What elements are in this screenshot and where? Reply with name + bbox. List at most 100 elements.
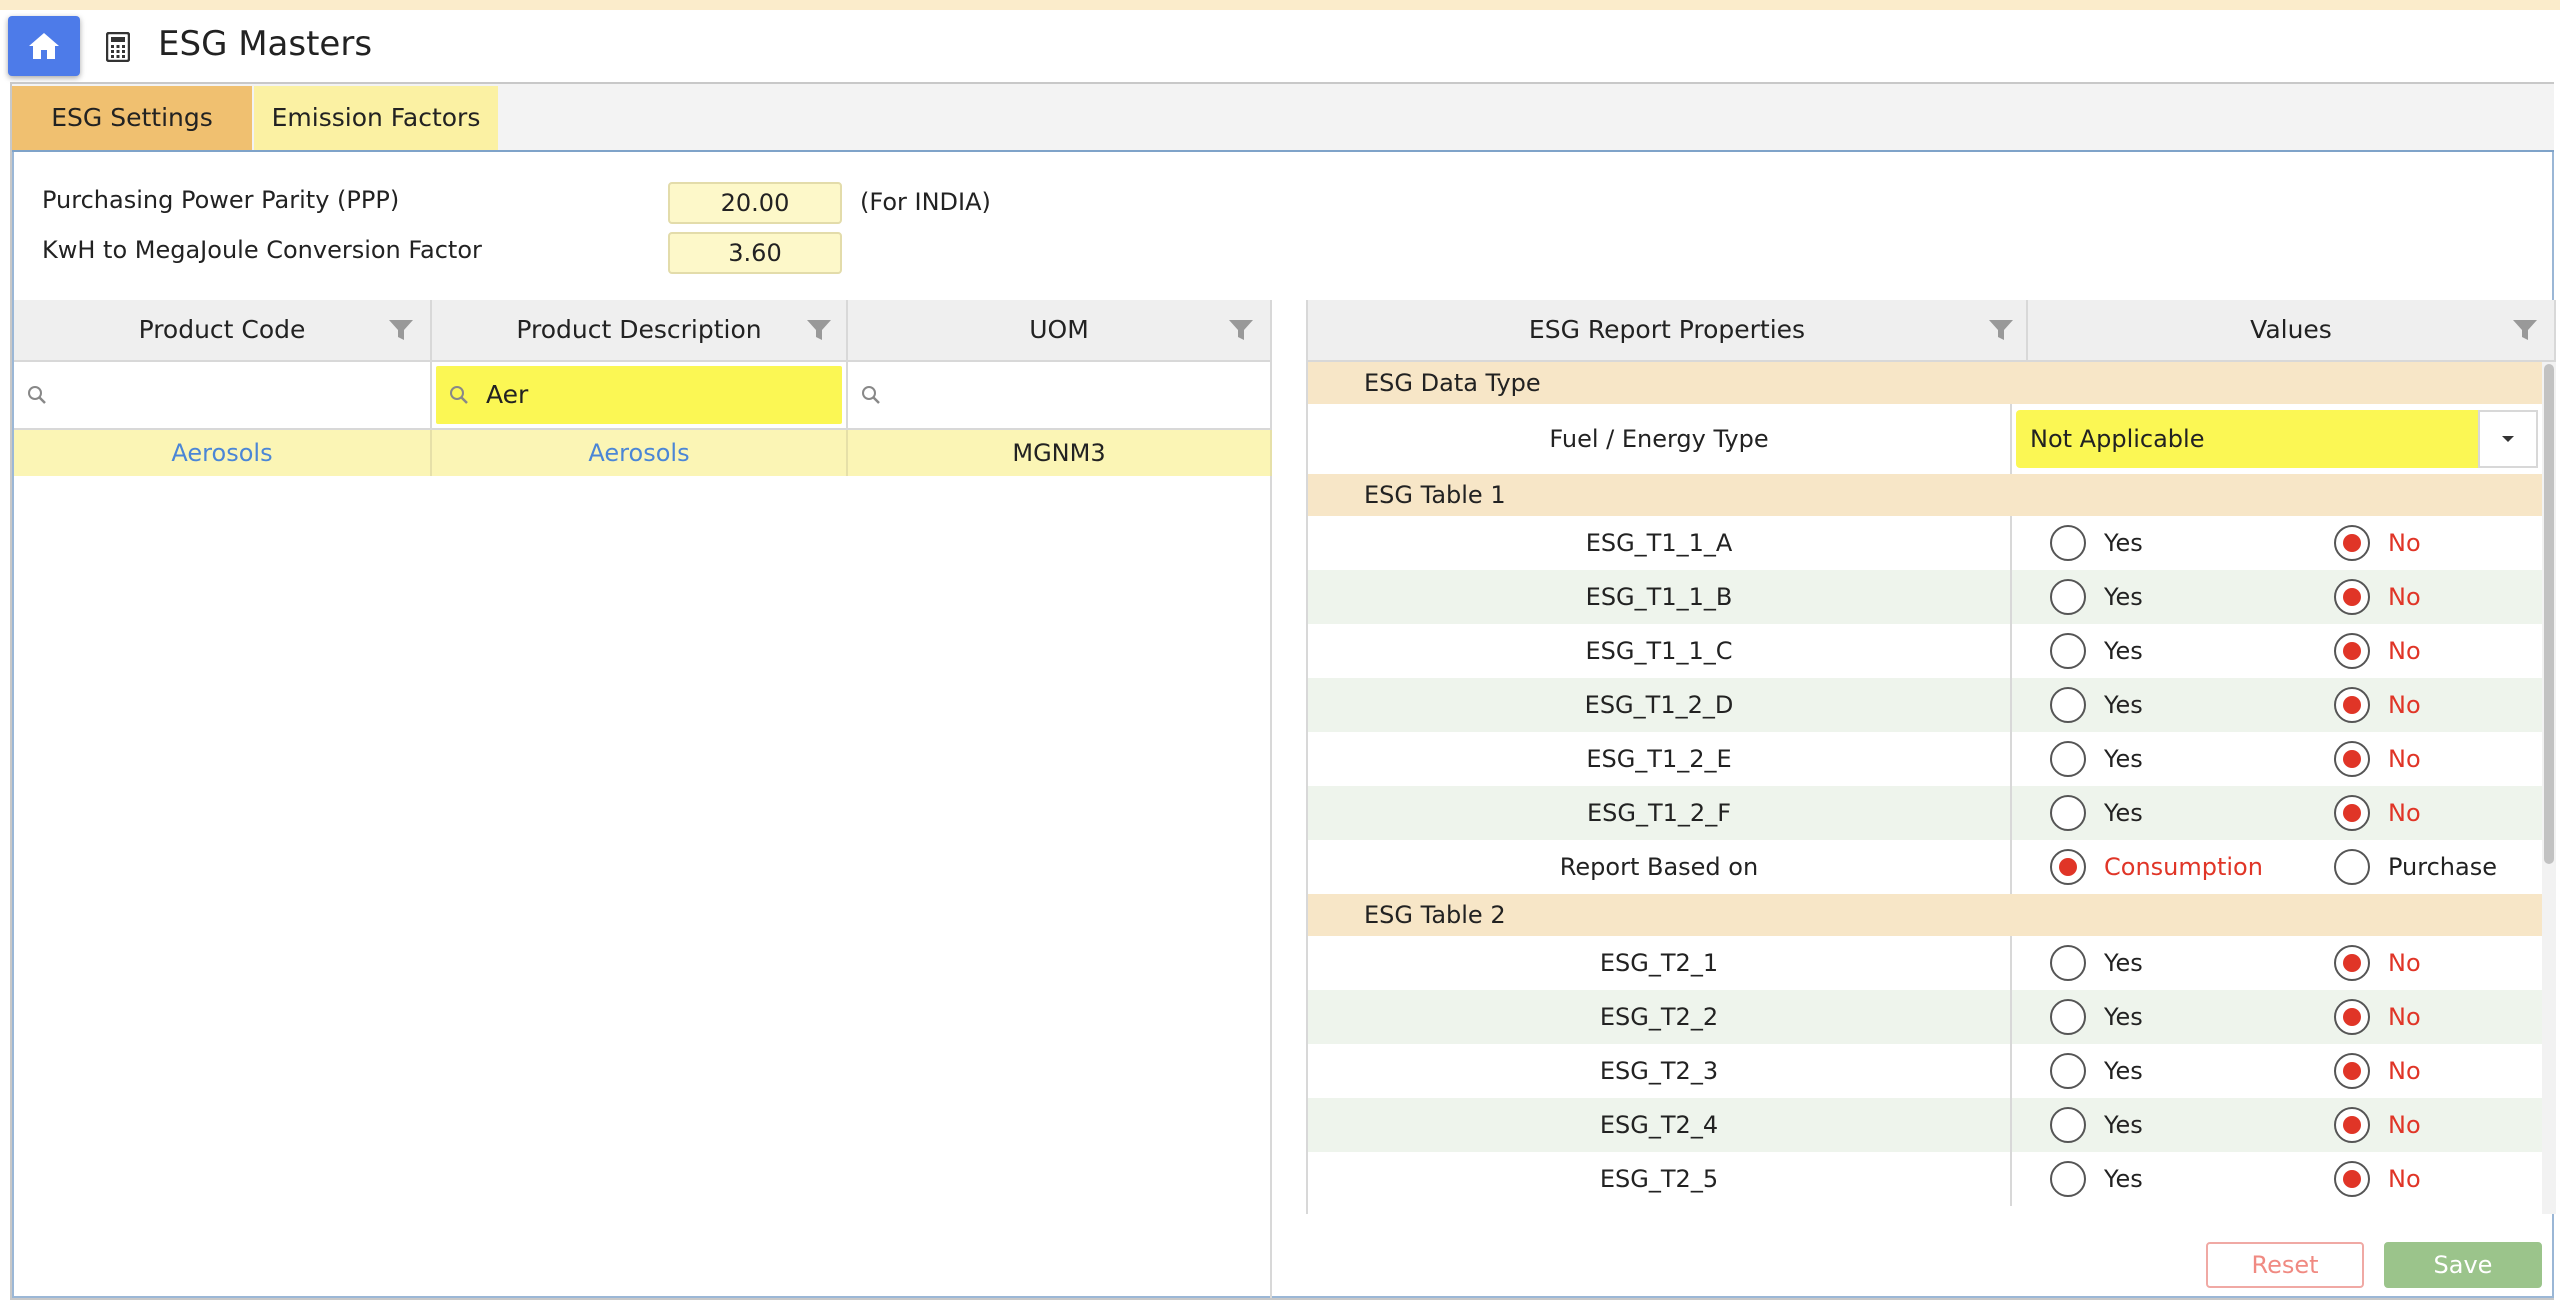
yes-radio[interactable] <box>2050 1053 2086 1089</box>
no-label[interactable]: No <box>2388 936 2421 990</box>
scrollbar-thumb[interactable] <box>2544 364 2554 864</box>
no-radio[interactable] <box>2334 525 2370 561</box>
property-row-fuel: Fuel / Energy Type Not Applicable <box>1308 404 2542 474</box>
property-name: Fuel / Energy Type <box>1308 404 2012 474</box>
property-name: Report Based on <box>1308 840 2012 894</box>
no-radio[interactable] <box>2334 1107 2370 1143</box>
yes-radio[interactable] <box>2050 741 2086 777</box>
filter-icon[interactable] <box>1988 318 2014 342</box>
yes-label[interactable]: Yes <box>2104 624 2143 678</box>
no-radio[interactable] <box>2334 579 2370 615</box>
table-cell-product-code[interactable]: Aerosols <box>14 430 432 476</box>
no-radio[interactable] <box>2334 945 2370 981</box>
property-name: ESG_T2_2 <box>1308 990 2012 1044</box>
column-header-product-code[interactable]: Product Code <box>14 300 432 362</box>
fuel-type-dropdown-button[interactable] <box>2478 410 2538 468</box>
column-header-label: UOM <box>1029 315 1089 344</box>
property-row: ESG_T2_1 Yes No <box>1308 936 2542 990</box>
kwh-label: KwH to MegaJoule Conversion Factor <box>42 236 482 264</box>
no-radio[interactable] <box>2334 633 2370 669</box>
no-label[interactable]: No <box>2388 1044 2421 1098</box>
no-label[interactable]: No <box>2388 1098 2421 1152</box>
consumption-radio[interactable] <box>2050 849 2086 885</box>
no-label[interactable]: No <box>2388 678 2421 732</box>
no-radio[interactable] <box>2334 999 2370 1035</box>
column-header-label: ESG Report Properties <box>1528 315 1806 344</box>
yes-label[interactable]: Yes <box>2104 570 2143 624</box>
yes-label[interactable]: Yes <box>2104 516 2143 570</box>
no-radio[interactable] <box>2334 741 2370 777</box>
yes-radio[interactable] <box>2050 945 2086 981</box>
purchase-label[interactable]: Purchase <box>2388 840 2497 894</box>
property-name: ESG_T1_2_D <box>1308 678 2012 732</box>
yes-label[interactable]: Yes <box>2104 732 2143 786</box>
column-header-esg-report-properties[interactable]: ESG Report Properties <box>1306 300 2028 362</box>
yes-radio[interactable] <box>2050 999 2086 1035</box>
table-cell-uom[interactable]: MGNM3 <box>848 430 1272 476</box>
no-radio[interactable] <box>2334 795 2370 831</box>
yes-radio[interactable] <box>2050 633 2086 669</box>
no-label[interactable]: No <box>2388 624 2421 678</box>
filter-icon[interactable] <box>1228 318 1254 342</box>
table-cell-product-description[interactable]: Aerosols <box>432 430 848 476</box>
fuel-type-select[interactable]: Not Applicable <box>2016 410 2478 468</box>
filter-icon[interactable] <box>388 318 414 342</box>
property-row: ESG_T1_2_E Yes No <box>1308 732 2542 786</box>
tab-emission-factors[interactable]: Emission Factors <box>254 86 498 150</box>
reset-button[interactable]: Reset <box>2206 1242 2364 1288</box>
no-radio[interactable] <box>2334 687 2370 723</box>
yes-radio[interactable] <box>2050 579 2086 615</box>
filter-icon[interactable] <box>2512 318 2538 342</box>
property-name: ESG_T1_1_C <box>1308 624 2012 678</box>
no-label[interactable]: No <box>2388 516 2421 570</box>
property-row: ESG_T2_5 Yes No <box>1308 1152 2542 1206</box>
yes-label[interactable]: Yes <box>2104 936 2143 990</box>
yes-radio[interactable] <box>2050 795 2086 831</box>
no-label[interactable]: No <box>2388 732 2421 786</box>
ppp-input[interactable]: 20.00 <box>668 182 842 224</box>
property-name: ESG_T1_2_F <box>1308 786 2012 840</box>
no-label[interactable]: No <box>2388 990 2421 1044</box>
calculator-icon <box>106 32 130 62</box>
yes-radio[interactable] <box>2050 1161 2086 1197</box>
yes-radio[interactable] <box>2050 687 2086 723</box>
yes-label[interactable]: Yes <box>2104 786 2143 840</box>
yes-label[interactable]: Yes <box>2104 1152 2143 1206</box>
home-button[interactable] <box>8 16 80 76</box>
yes-radio[interactable] <box>2050 525 2086 561</box>
filter-icon[interactable] <box>806 318 832 342</box>
property-row: ESG_T2_4 Yes No <box>1308 1098 2542 1152</box>
yes-label[interactable]: Yes <box>2104 678 2143 732</box>
consumption-label[interactable]: Consumption <box>2104 840 2263 894</box>
yes-label[interactable]: Yes <box>2104 990 2143 1044</box>
yes-label[interactable]: Yes <box>2104 1098 2143 1152</box>
no-label[interactable]: No <box>2388 1152 2421 1206</box>
search-icon <box>450 386 468 404</box>
save-button[interactable]: Save <box>2384 1242 2542 1288</box>
tab-esg-settings[interactable]: ESG Settings <box>12 86 252 150</box>
yes-radio[interactable] <box>2050 1107 2086 1143</box>
search-icon <box>862 386 880 404</box>
app-header: ESG Masters <box>0 10 2560 80</box>
no-radio[interactable] <box>2334 1053 2370 1089</box>
column-header-values[interactable]: Values <box>2028 300 2556 362</box>
no-radio[interactable] <box>2334 1161 2370 1197</box>
property-row: ESG_T1_1_B Yes No <box>1308 570 2542 624</box>
property-row: ESG_T2_2 Yes No <box>1308 990 2542 1044</box>
kwh-input[interactable]: 3.60 <box>668 232 842 274</box>
column-header-product-description[interactable]: Product Description <box>432 300 848 362</box>
column-header-label: Product Description <box>516 315 762 344</box>
column-header-uom[interactable]: UOM <box>848 300 1272 362</box>
no-label[interactable]: No <box>2388 786 2421 840</box>
purchase-radio[interactable] <box>2334 849 2370 885</box>
filter-input-uom[interactable] <box>848 362 1272 430</box>
filter-input-product-description[interactable]: Aer <box>432 362 848 430</box>
filter-input-product-code[interactable] <box>14 362 432 430</box>
top-strip <box>0 0 2560 10</box>
yes-label[interactable]: Yes <box>2104 1044 2143 1098</box>
home-icon <box>29 33 59 59</box>
properties-body: ESG Data Type Fuel / Energy Type Not App… <box>1306 362 2542 1214</box>
vertical-scrollbar[interactable] <box>2542 362 2556 1214</box>
no-label[interactable]: No <box>2388 570 2421 624</box>
property-row: ESG_T1_2_F Yes No <box>1308 786 2542 840</box>
